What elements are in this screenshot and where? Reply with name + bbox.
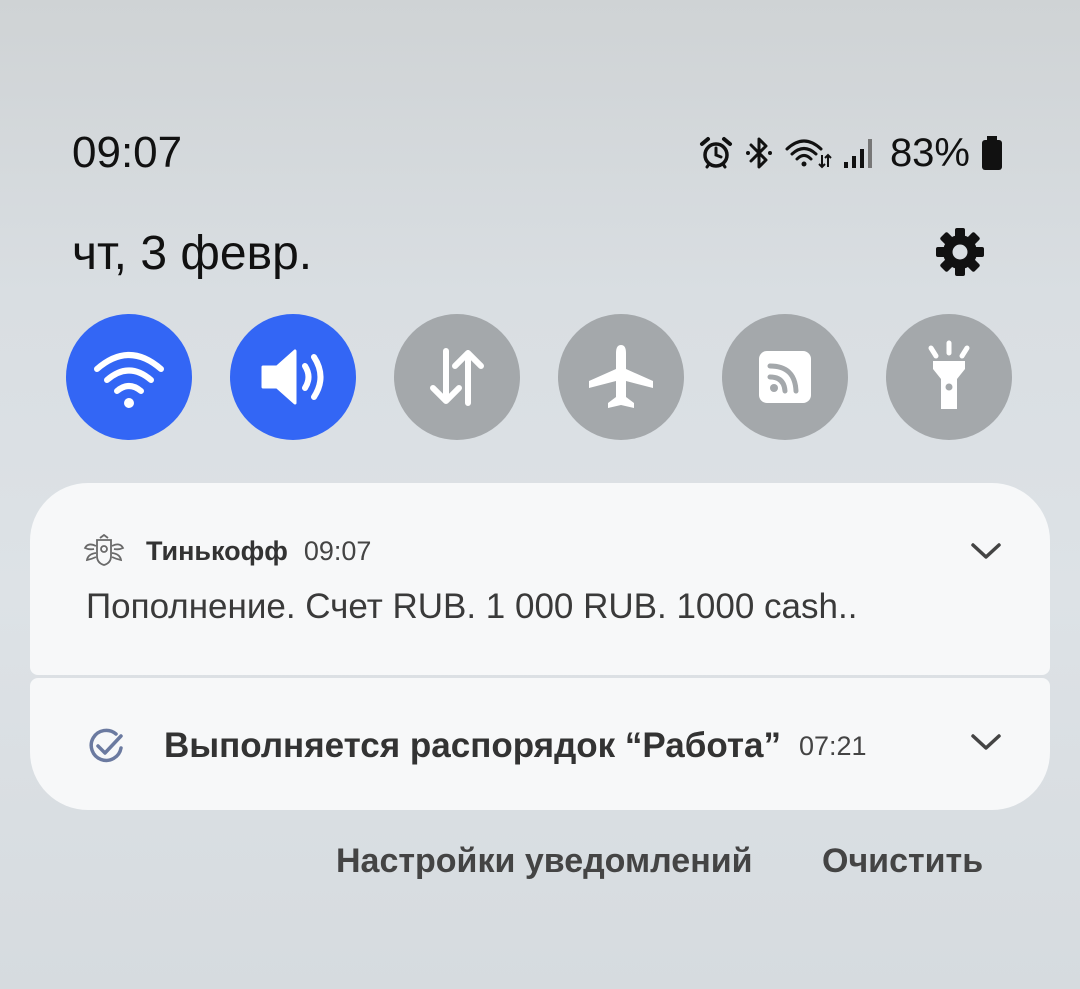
- nfc-icon: [759, 351, 811, 403]
- wifi-data-icon: [784, 135, 832, 171]
- speaker-icon: [261, 349, 324, 405]
- notification-settings-button[interactable]: Настройки уведомлений: [336, 842, 753, 881]
- date-label: чт, 3 февр.: [72, 227, 313, 280]
- notification-list: Тинькофф 09:07 Пополнение. Счет RUB. 1 0…: [30, 483, 1050, 810]
- nfc-toggle[interactable]: [722, 314, 848, 440]
- wifi-icon: [94, 352, 164, 408]
- alarm-icon: [698, 135, 734, 171]
- notification-card-routine[interactable]: Выполняется распорядок “Работа” 07:21: [30, 678, 1050, 810]
- clear-button[interactable]: Очистить: [822, 842, 983, 881]
- data-arrows-icon: [430, 348, 484, 406]
- airplane-icon: [589, 345, 653, 408]
- status-icons: 83%: [698, 128, 1004, 178]
- notification-time: 07:21: [799, 730, 867, 761]
- signal-icon: [842, 135, 876, 171]
- quick-settings-row: [66, 314, 1012, 440]
- status-time: 09:07: [72, 128, 183, 177]
- airplane-mode-toggle[interactable]: [558, 314, 684, 440]
- sound-toggle[interactable]: [230, 314, 356, 440]
- notification-app-name: Тинькофф: [146, 535, 288, 566]
- notification-actions: Настройки уведомлений Очистить: [0, 842, 1080, 886]
- chevron-down-icon[interactable]: [968, 724, 1004, 760]
- bluetooth-icon: [744, 135, 774, 171]
- gear-icon[interactable]: [934, 226, 986, 278]
- wifi-toggle[interactable]: [66, 314, 192, 440]
- chevron-down-icon[interactable]: [968, 533, 1004, 569]
- notification-header: Выполняется распорядок “Работа” 07:21: [86, 722, 867, 770]
- notification-text: Пополнение. Счет RUB. 1 000 RUB. 1000 ca…: [86, 587, 858, 626]
- notification-header: Тинькофф 09:07: [82, 531, 371, 571]
- notification-card-tinkoff[interactable]: Тинькофф 09:07 Пополнение. Счет RUB. 1 0…: [30, 483, 1050, 675]
- tinkoff-icon: [82, 534, 126, 568]
- notification-title: Выполняется распорядок “Работа”: [164, 726, 781, 765]
- routine-check-icon: [86, 726, 126, 766]
- notification-time: 09:07: [303, 535, 372, 566]
- flashlight-icon: [928, 340, 970, 409]
- battery-icon: [980, 134, 1004, 172]
- battery-percent: 83%: [889, 130, 970, 175]
- mobile-data-toggle[interactable]: [394, 314, 520, 440]
- flashlight-toggle[interactable]: [886, 314, 1012, 440]
